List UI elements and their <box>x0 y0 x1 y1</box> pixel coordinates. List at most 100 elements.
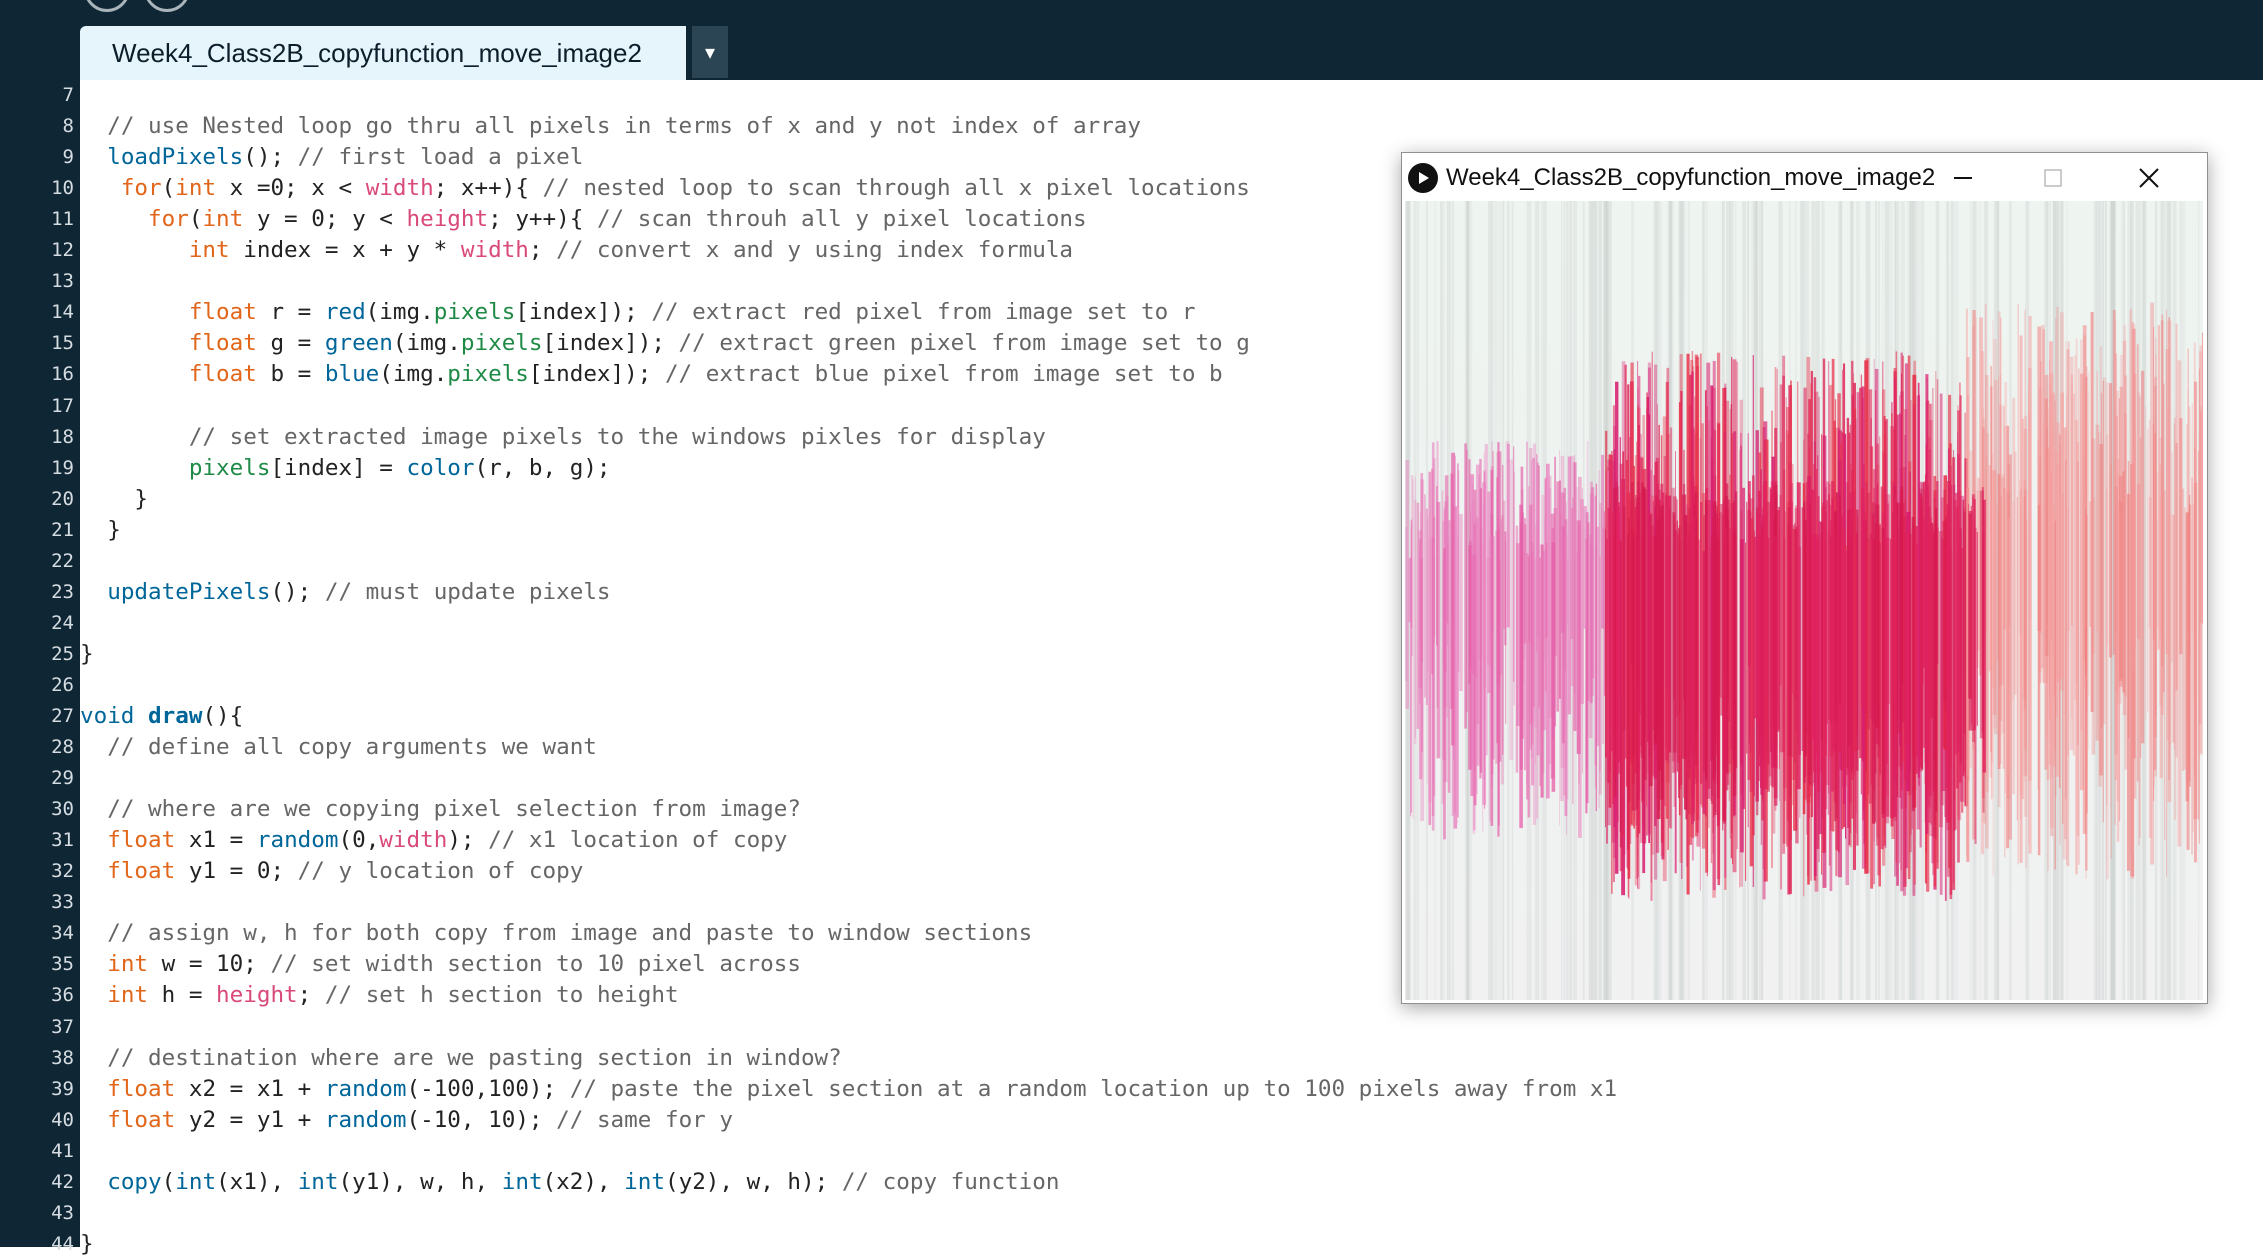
pixel-streak <box>1617 531 1620 760</box>
pixel-streak <box>2085 493 2087 627</box>
code-line[interactable]: float r = red(img.pixels[index]); // ext… <box>80 297 1195 328</box>
code-token-plain: y1 = 0; <box>175 858 297 884</box>
pixel-streak <box>1574 455 1575 693</box>
code-line[interactable]: } <box>80 1229 94 1260</box>
code-line[interactable]: loadPixels(); // first load a pixel <box>80 142 583 173</box>
pixel-streak <box>1849 508 1852 803</box>
code-line[interactable]: float x1 = random(0,width); // x1 locati… <box>80 825 787 856</box>
code-token-comment: // y location of copy <box>298 858 584 884</box>
pixel-streak <box>1714 506 1717 721</box>
pixel-streak <box>1817 540 1820 793</box>
line-number: 19 <box>0 453 74 484</box>
pixel-streak <box>1909 534 1912 852</box>
code-token-comment: // extract green pixel from image set to… <box>679 330 1250 356</box>
pixel-streak <box>2074 355 2077 700</box>
close-icon[interactable] <box>2132 161 2166 195</box>
sketch-canvas[interactable] <box>1405 201 2203 1000</box>
code-line[interactable]: // assign w, h for both copy from image … <box>80 918 1032 949</box>
code-token-comment: // set width section to 10 pixel across <box>270 951 801 977</box>
code-token-comment: // set h section to height <box>325 982 679 1008</box>
code-line[interactable]: copy(int(x1), int(y1), w, h, int(x2), in… <box>80 1167 1059 1198</box>
pixel-streak <box>1633 539 1635 755</box>
code-token-plain: w = 10; <box>148 951 270 977</box>
code-token-plain: (y1), w, h, <box>339 1169 502 1195</box>
pixel-streak <box>2147 429 2148 713</box>
pixel-streak <box>1567 535 1568 624</box>
code-token-keyword: int <box>107 951 148 977</box>
line-number: 42 <box>0 1167 74 1198</box>
code-token-comment: // first load a pixel <box>298 144 584 170</box>
pixel-streak <box>1602 527 1603 744</box>
code-line[interactable]: // where are we copying pixel selection … <box>80 794 801 825</box>
maximize-icon[interactable] <box>2038 163 2068 193</box>
pixel-streak <box>2082 391 2084 624</box>
code-token-plain <box>80 1107 107 1133</box>
code-token-plain <box>80 237 189 263</box>
code-line[interactable]: float x2 = x1 + random(-100,100); // pas… <box>80 1074 1617 1105</box>
run-button[interactable] <box>84 0 130 12</box>
code-token-plain: ; y++){ <box>488 206 597 232</box>
line-number: 30 <box>0 794 74 825</box>
line-number: 35 <box>0 949 74 980</box>
code-token-function: green <box>325 330 393 356</box>
code-line[interactable]: } <box>80 639 94 670</box>
pixel-streak <box>1733 501 1735 759</box>
stop-button[interactable] <box>144 0 190 12</box>
code-token-plain: } <box>80 486 148 512</box>
code-line[interactable]: int index = x + y * width; // convert x … <box>80 235 1073 266</box>
sketch-window[interactable]: Week4_Class2B_copyfunction_move_image2 <box>1401 152 2208 1004</box>
code-token-function: int <box>298 1169 339 1195</box>
code-line[interactable]: float g = green(img.pixels[index]); // e… <box>80 328 1250 359</box>
code-token-function: red <box>325 299 366 325</box>
pixel-streak <box>1472 502 1475 680</box>
code-token-plain: [index] = <box>270 455 406 481</box>
code-line[interactable]: int w = 10; // set width section to 10 p… <box>80 949 801 980</box>
code-line[interactable]: float y1 = 0; // y location of copy <box>80 856 583 887</box>
pixel-streak <box>2024 429 2027 776</box>
code-token-plain: x1 = <box>175 827 257 853</box>
pixel-streak <box>1448 520 1451 793</box>
code-line[interactable]: pixels[index] = color(r, b, g); <box>80 453 611 484</box>
code-line[interactable]: int h = height; // set h section to heig… <box>80 980 679 1011</box>
pixel-streak <box>2174 424 2175 750</box>
code-token-comment: // set extracted image pixels to the win… <box>189 424 1046 450</box>
pixel-streak <box>1599 556 1600 771</box>
code-line[interactable]: } <box>80 484 148 515</box>
code-token-plain <box>80 1045 107 1071</box>
pixel-streak <box>1562 526 1565 743</box>
tab-dropdown-button[interactable]: ▾ <box>692 26 728 78</box>
pixel-streak <box>1428 537 1432 802</box>
pixel-streak <box>1464 443 1467 728</box>
line-number: 17 <box>0 391 74 422</box>
code-line[interactable]: float b = blue(img.pixels[index]); // ex… <box>80 359 1223 390</box>
pixel-streak <box>1514 471 1515 705</box>
pixel-streak <box>1424 494 1425 697</box>
pixel-streak <box>1753 537 1756 718</box>
pixel-streak <box>1612 513 1614 804</box>
code-line[interactable]: // set extracted image pixels to the win… <box>80 422 1046 453</box>
code-line[interactable]: void draw(){ <box>80 701 243 732</box>
pixel-streak <box>1871 512 1874 784</box>
code-token-plain: y2 = y1 + <box>175 1107 325 1133</box>
code-line[interactable]: // use Nested loop go thru all pixels in… <box>80 111 1141 142</box>
code-line[interactable]: for(int x =0; x < width; x++){ // nested… <box>80 173 1250 204</box>
code-line[interactable]: updatePixels(); // must update pixels <box>80 577 611 608</box>
pixel-streak <box>2164 490 2165 840</box>
code-line[interactable]: // destination where are we pasting sect… <box>80 1043 842 1074</box>
pixel-streak <box>1556 481 1559 711</box>
minimize-icon[interactable] <box>1948 163 1978 193</box>
chevron-down-icon: ▾ <box>705 40 715 65</box>
code-line[interactable]: for(int y = 0; y < height; y++){ // scan… <box>80 204 1087 235</box>
code-line[interactable]: float y2 = y1 + random(-10, 10); // same… <box>80 1105 733 1136</box>
pixel-streak <box>2192 403 2193 633</box>
pixel-streak <box>2161 315 2163 667</box>
code-token-plain: [index]); <box>515 299 651 325</box>
pixel-streak <box>2187 390 2189 640</box>
pixel-streak <box>2056 422 2060 776</box>
code-token-comment: // x1 location of copy <box>488 827 787 853</box>
code-line[interactable]: } <box>80 515 121 546</box>
tab-sketch[interactable]: Week4_Class2B_copyfunction_move_image2 <box>80 26 686 80</box>
code-line[interactable]: // define all copy arguments we want <box>80 732 597 763</box>
sketch-window-titlebar[interactable]: Week4_Class2B_copyfunction_move_image2 <box>1402 153 2207 201</box>
pixel-streak <box>1980 491 1984 739</box>
